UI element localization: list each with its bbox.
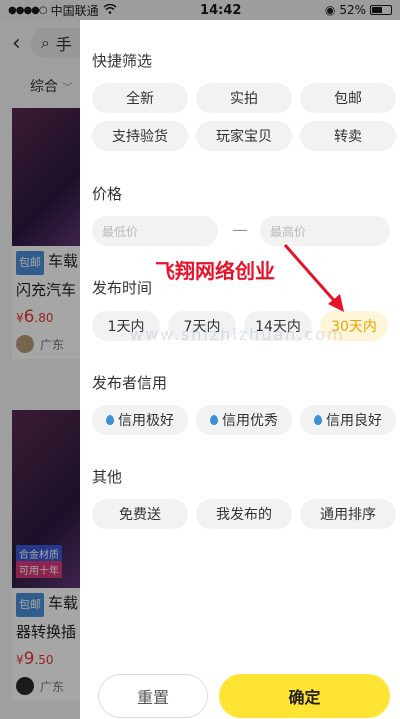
chip-credit-great[interactable]: 信用优秀 [196,405,292,435]
credit-title: 发布者信用 [92,374,168,392]
chip-free-giveaway[interactable]: 免费送 [92,499,188,529]
credit-drop-icon [314,415,322,425]
price-title: 价格 [92,185,123,203]
chip-credit-excellent[interactable]: 信用极好 [92,405,188,435]
carrier-label: 中国联通 [50,3,99,18]
chip-free-shipping[interactable]: 包邮 [300,83,396,113]
promo-text: 飞翔网络创业 [155,259,275,283]
confirm-button[interactable]: 确定 [219,674,390,718]
credit-drop-icon [210,415,218,425]
red-arrow-icon [283,244,344,312]
min-price-input[interactable]: 最低价 [92,216,218,246]
chip-credit-good[interactable]: 信用良好 [300,405,396,435]
publish-time-title: 发布时间 [92,279,153,297]
chip-real-photo[interactable]: 实拍 [196,83,292,113]
quick-filter-title: 快捷筛选 [92,52,153,70]
chip-inspection[interactable]: 支持验货 [92,121,188,151]
filter-panel: 快捷筛选 全新 实拍 包邮 支持验货 玩家宝贝 转卖 价格 最低价 — 最高价 … [80,20,400,719]
signal-icon: ●●●●○ [8,4,48,16]
other-title: 其他 [92,468,123,486]
status-bar: ●●●●○ 中国联通 14:42 ◉ 52% [0,0,400,20]
clock: 14:42 [200,2,242,18]
battery-percent: 52% [339,3,366,17]
wifi-icon [103,3,117,17]
credit-drop-icon [106,415,114,425]
battery-icon [369,5,392,15]
chip-my-posts[interactable]: 我发布的 [196,499,292,529]
chip-resell[interactable]: 转卖 [300,121,396,151]
chip-player-items[interactable]: 玩家宝贝 [196,121,292,151]
watermark: www.shizhizhuan.com [130,325,345,344]
lock-rotation-icon: ◉ [324,3,336,17]
price-separator: — [232,220,248,239]
chip-general-sort[interactable]: 通用排序 [300,499,396,529]
reset-button[interactable]: 重置 [98,674,208,718]
chip-new[interactable]: 全新 [92,83,188,113]
